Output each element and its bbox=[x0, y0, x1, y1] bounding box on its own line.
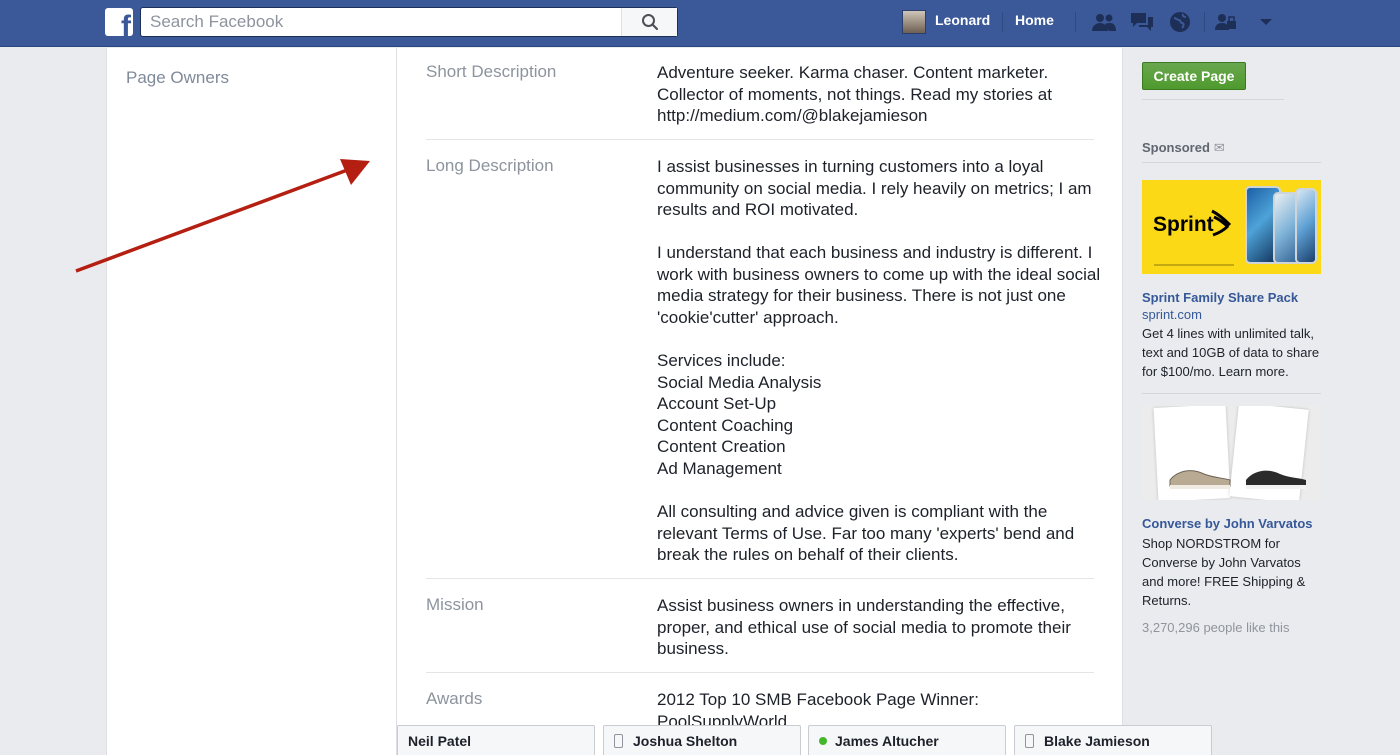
sidebar-divider bbox=[1142, 99, 1284, 100]
ad-title-link[interactable]: Converse by John Varvatos bbox=[1142, 516, 1313, 531]
ad-title-link[interactable]: Sprint Family Share Pack bbox=[1142, 290, 1298, 305]
services-list: Services include: Social Media Analysis … bbox=[657, 351, 822, 478]
about-section: Short Description Adventure seeker. Karm… bbox=[397, 48, 1123, 755]
top-navigation-bar: f Leonard Home bbox=[0, 0, 1400, 47]
chat-tab-name: Neil Patel bbox=[408, 732, 472, 749]
long-description-label: Long Description bbox=[426, 156, 554, 175]
red-annotation-arrow-icon bbox=[75, 159, 370, 273]
chat-tab-name: James Altucher bbox=[835, 732, 939, 749]
row-divider bbox=[426, 672, 1094, 673]
page-likes-count: 3,270,296 people like this bbox=[1142, 620, 1290, 635]
friend-requests-icon[interactable] bbox=[1090, 9, 1118, 35]
sponsored-label: Sponsored bbox=[1142, 140, 1210, 155]
search-icon bbox=[641, 14, 658, 31]
chat-tab-neil-patel[interactable]: Neil Patel bbox=[397, 725, 595, 755]
sprint-logo-icon bbox=[1211, 209, 1232, 237]
mobile-phone-icon bbox=[1025, 733, 1034, 748]
user-name-link[interactable]: Leonard bbox=[935, 12, 990, 28]
sneakers-icon bbox=[1169, 470, 1306, 489]
chat-tab-blake-jamieson[interactable]: Blake Jamieson bbox=[1014, 725, 1212, 755]
nav-separator bbox=[1002, 12, 1003, 32]
sidebar-divider bbox=[1142, 393, 1321, 394]
search-button[interactable] bbox=[621, 8, 677, 36]
sprint-ad-image[interactable]: Sprint bbox=[1142, 180, 1321, 274]
converse-ad-image[interactable] bbox=[1142, 406, 1321, 500]
short-description-value: Adventure seeker. Karma chaser. Content … bbox=[657, 63, 1052, 125]
sidebar-divider bbox=[1142, 162, 1321, 163]
long-description-paragraph: I assist businesses in turning customers… bbox=[657, 157, 1092, 219]
home-link[interactable]: Home bbox=[1015, 12, 1054, 28]
facebook-logo-icon[interactable]: f bbox=[105, 8, 133, 36]
mission-label: Mission bbox=[426, 595, 484, 614]
nav-separator bbox=[1204, 12, 1205, 32]
notifications-globe-icon[interactable] bbox=[1166, 9, 1194, 35]
page-owners-heading: Page Owners bbox=[126, 68, 229, 87]
privacy-shortcuts-icon[interactable] bbox=[1212, 9, 1240, 35]
search-box bbox=[140, 7, 678, 37]
search-input[interactable] bbox=[141, 8, 621, 36]
create-page-button[interactable]: Create Page bbox=[1142, 62, 1246, 90]
chat-tab-name: Blake Jamieson bbox=[1044, 732, 1150, 749]
megaphone-icon: ✉ bbox=[1213, 140, 1225, 155]
long-description-paragraph: All consulting and advice given is compl… bbox=[657, 502, 1075, 564]
account-menu-chevron-down-icon[interactable] bbox=[1252, 9, 1280, 35]
right-sidebar: Create Page Sponsored ✉ Sprint Sprint Fam… bbox=[1124, 48, 1400, 755]
ad-body-text: Shop NORDSTROM for Converse by John Varv… bbox=[1142, 536, 1306, 608]
nav-separator bbox=[1075, 12, 1076, 32]
ad-fine-print bbox=[1154, 264, 1234, 266]
ad-body-text: Get 4 lines with unlimited talk, text an… bbox=[1142, 326, 1320, 379]
sprint-brand-text: Sprint bbox=[1153, 213, 1214, 236]
chat-tab-name: Joshua Shelton bbox=[633, 732, 738, 749]
online-status-icon bbox=[819, 736, 827, 745]
chat-tab-james-altucher[interactable]: James Altucher bbox=[808, 725, 1006, 755]
mission-value: Assist business owners in understanding … bbox=[657, 596, 1071, 658]
messages-icon[interactable] bbox=[1128, 9, 1156, 35]
row-divider bbox=[426, 578, 1094, 579]
chat-tab-joshua-shelton[interactable]: Joshua Shelton bbox=[603, 725, 801, 755]
phone-image bbox=[1295, 188, 1317, 264]
user-avatar[interactable] bbox=[902, 10, 926, 34]
mobile-phone-icon bbox=[614, 733, 623, 748]
awards-label: Awards bbox=[426, 689, 483, 708]
ad-url-link[interactable]: sprint.com bbox=[1142, 307, 1202, 322]
short-description-label: Short Description bbox=[426, 62, 557, 81]
long-description-paragraph: I understand that each business and indu… bbox=[657, 243, 1101, 327]
row-divider bbox=[426, 139, 1094, 140]
sponsored-heading[interactable]: Sponsored ✉ bbox=[1142, 140, 1225, 156]
